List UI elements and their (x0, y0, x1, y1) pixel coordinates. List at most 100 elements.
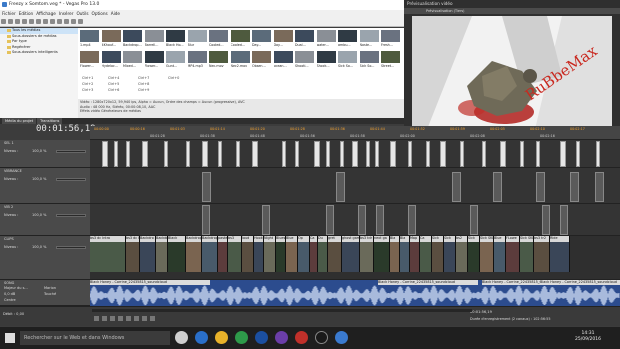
media-thumbnail[interactable] (252, 30, 271, 42)
video-event[interactable] (452, 172, 461, 202)
media-thumbnail[interactable] (252, 51, 271, 63)
clip-event[interactable]: bs3 dc Intro (126, 236, 140, 272)
clip-event[interactable]: bs3 tdr (360, 236, 374, 272)
media-thumbnail[interactable] (381, 30, 400, 42)
track-level-slider[interactable] (56, 150, 86, 153)
video-event[interactable] (408, 141, 412, 167)
tab-project-media[interactable]: Média du projet (2, 118, 37, 124)
video-event[interactable] (262, 205, 270, 235)
media-thumbnail[interactable] (381, 51, 400, 63)
clip-event[interactable]: bs2 (456, 236, 468, 272)
video-event[interactable] (376, 205, 384, 235)
snap-icon[interactable] (78, 19, 83, 24)
new-icon[interactable] (1, 19, 6, 24)
clip-event[interactable]: Ca (420, 236, 432, 272)
menu-help[interactable]: Aide (111, 11, 120, 16)
video-event[interactable] (520, 141, 524, 167)
video-event[interactable] (482, 141, 486, 167)
clip-event[interactable]: Hook (254, 236, 264, 272)
clip-event[interactable]: Bla (390, 236, 400, 272)
play-start-icon[interactable] (110, 316, 115, 321)
open-icon[interactable] (8, 19, 13, 24)
video-event[interactable] (314, 141, 320, 167)
vegas-taskbar-icon[interactable] (315, 331, 328, 344)
video-event[interactable] (536, 172, 545, 202)
track-lane-clips[interactable]: bs3 dc Introbs3 dc IntroBackdroBackdroBl… (90, 236, 620, 280)
next-frame-icon[interactable] (150, 316, 155, 321)
menu-edit[interactable]: Edition (19, 11, 34, 16)
video-event[interactable] (358, 205, 366, 235)
video-event[interactable] (536, 141, 540, 167)
clip-event[interactable]: Op (298, 236, 310, 272)
track-lane-sel1[interactable] (90, 140, 620, 168)
video-event[interactable] (202, 172, 211, 202)
track-lane-vibrance[interactable] (90, 168, 620, 204)
track-header-vibrance[interactable]: VIBRANCE Niveau : 100,0 % (0, 168, 90, 204)
video-event[interactable] (426, 141, 430, 167)
clip-event[interactable]: gret (328, 236, 342, 272)
task-view-icon[interactable] (175, 331, 188, 344)
video-event[interactable] (596, 141, 600, 167)
video-event[interactable] (500, 141, 506, 167)
clip-event[interactable]: Black (168, 236, 186, 272)
video-event[interactable] (142, 141, 148, 167)
clip-event[interactable]: Sick SKE (520, 236, 534, 272)
clip-event[interactable]: Ride (550, 236, 570, 272)
menu-file[interactable]: Fichier (2, 11, 16, 16)
clip-event[interactable]: ghost game (342, 236, 360, 272)
video-event[interactable] (340, 141, 344, 167)
track-level-slider[interactable] (56, 214, 86, 217)
media-thumbnail[interactable] (338, 51, 357, 63)
clip-event[interactable]: Backdro (140, 236, 156, 272)
clip-event[interactable]: Blue (494, 236, 506, 272)
prev-frame-icon[interactable] (142, 316, 147, 321)
video-event[interactable] (126, 141, 130, 167)
menu-insert[interactable]: Insérer (59, 11, 74, 16)
video-event[interactable] (460, 141, 464, 167)
clip-event[interactable]: Bla (400, 236, 410, 272)
edge-browser-icon[interactable] (195, 331, 208, 344)
media-thumbnail[interactable] (295, 30, 314, 42)
render-icon[interactable] (22, 19, 27, 24)
app-icon[interactable] (275, 331, 288, 344)
paste-icon[interactable] (43, 19, 48, 24)
track-lane-song[interactable]: Black Honey - Corrine_22435815_soundclou… (90, 280, 620, 306)
track-header-sel1[interactable]: SEL 1 Niveau : 100,0 % (0, 140, 90, 168)
clip-event[interactable]: Sick (432, 236, 444, 272)
video-event[interactable] (408, 205, 416, 235)
video-event[interactable] (202, 205, 210, 235)
media-thumbnail[interactable] (187, 30, 207, 42)
chrome-icon[interactable] (235, 331, 248, 344)
media-thumbnail[interactable] (209, 51, 228, 63)
media-thumbnail[interactable] (80, 30, 99, 42)
timeline-scrollbar[interactable] (92, 309, 472, 312)
media-thumbnail[interactable] (295, 51, 314, 63)
media-thumbnail[interactable] (166, 30, 185, 42)
media-thumbnail[interactable] (80, 51, 99, 63)
clip-event[interactable]: Sick SKE (480, 236, 494, 272)
media-thumbnail[interactable] (187, 51, 207, 63)
clip-event[interactable]: Blue (286, 236, 298, 272)
clip-event[interactable]: Blues (276, 236, 286, 272)
menu-view[interactable]: Affichage (36, 11, 56, 16)
redo-icon[interactable] (57, 19, 62, 24)
menu-tools[interactable]: Outils (76, 11, 88, 16)
video-event[interactable] (218, 141, 222, 167)
media-thumbnail[interactable] (273, 51, 293, 63)
video-event[interactable] (164, 141, 168, 167)
track-level-slider[interactable] (56, 178, 86, 181)
record-icon[interactable] (94, 316, 99, 321)
video-event[interactable] (236, 141, 240, 167)
video-event[interactable] (570, 172, 579, 202)
clip-event[interactable]: Du (318, 236, 328, 272)
clip-event[interactable]: bs3 tr2 (534, 236, 550, 272)
video-event[interactable] (282, 141, 286, 167)
file-explorer-icon[interactable] (215, 331, 228, 344)
photoshop-icon[interactable] (255, 331, 268, 344)
video-event[interactable] (114, 141, 118, 167)
media-thumbnail[interactable] (166, 51, 185, 63)
media-thumbnail[interactable] (230, 30, 250, 42)
save-icon[interactable] (15, 19, 20, 24)
media-thumbnail[interactable] (230, 51, 250, 63)
video-event[interactable] (326, 141, 330, 167)
